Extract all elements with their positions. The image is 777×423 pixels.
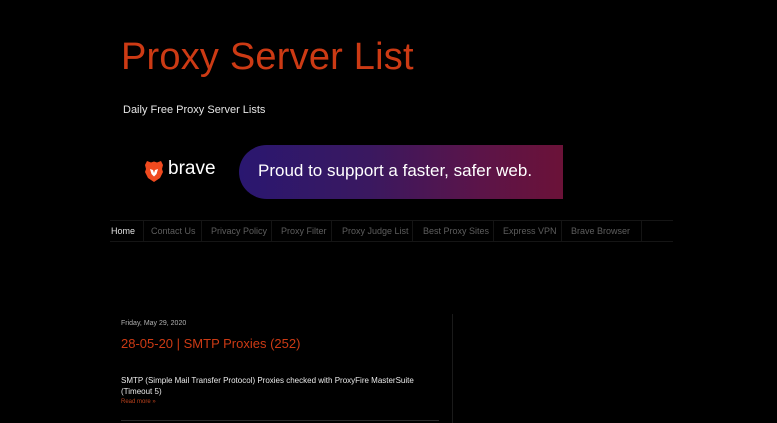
nav-item-proxy-filter[interactable]: Proxy Filter: [281, 221, 332, 241]
brave-lion-icon: [145, 161, 163, 182]
nav-item-proxy-judge-list[interactable]: Proxy Judge List: [342, 221, 413, 241]
nav-item-express-vpn[interactable]: Express VPN: [503, 221, 562, 241]
post-date: Friday, May 29, 2020: [121, 320, 187, 327]
post-snippet: SMTP (Simple Mail Transfer Protocol) Pro…: [121, 376, 414, 396]
banner-tagline: Proud to support a faster, safer web.: [258, 161, 533, 180]
nav-item-privacy-policy[interactable]: Privacy Policy: [211, 221, 272, 241]
post-title[interactable]: 28-05-20 | SMTP Proxies (252): [121, 336, 300, 351]
nav-bar: Home Contact Us Privacy Policy Proxy Fil…: [110, 220, 673, 242]
nav-item-contact-us[interactable]: Contact Us: [151, 221, 202, 241]
brave-wordmark: brave: [168, 158, 216, 179]
blog-description: Daily Free Proxy Server Lists: [123, 104, 266, 116]
banner-gradient-panel: Proud to support a faster, safer web.: [239, 145, 563, 199]
nav-item-brave-browser[interactable]: Brave Browser: [571, 221, 642, 241]
nav-item-best-proxy-sites[interactable]: Best Proxy Sites: [423, 221, 494, 241]
post-divider: [121, 420, 439, 421]
read-more-link[interactable]: Read more »: [121, 399, 156, 405]
post-column: Friday, May 29, 2020 28-05-20 | SMTP Pro…: [112, 314, 453, 423]
blog-title[interactable]: Proxy Server List: [121, 36, 414, 79]
nav-item-home[interactable]: Home: [111, 221, 144, 241]
brave-banner-ad[interactable]: brave Proud to support a faster, safer w…: [122, 145, 563, 199]
